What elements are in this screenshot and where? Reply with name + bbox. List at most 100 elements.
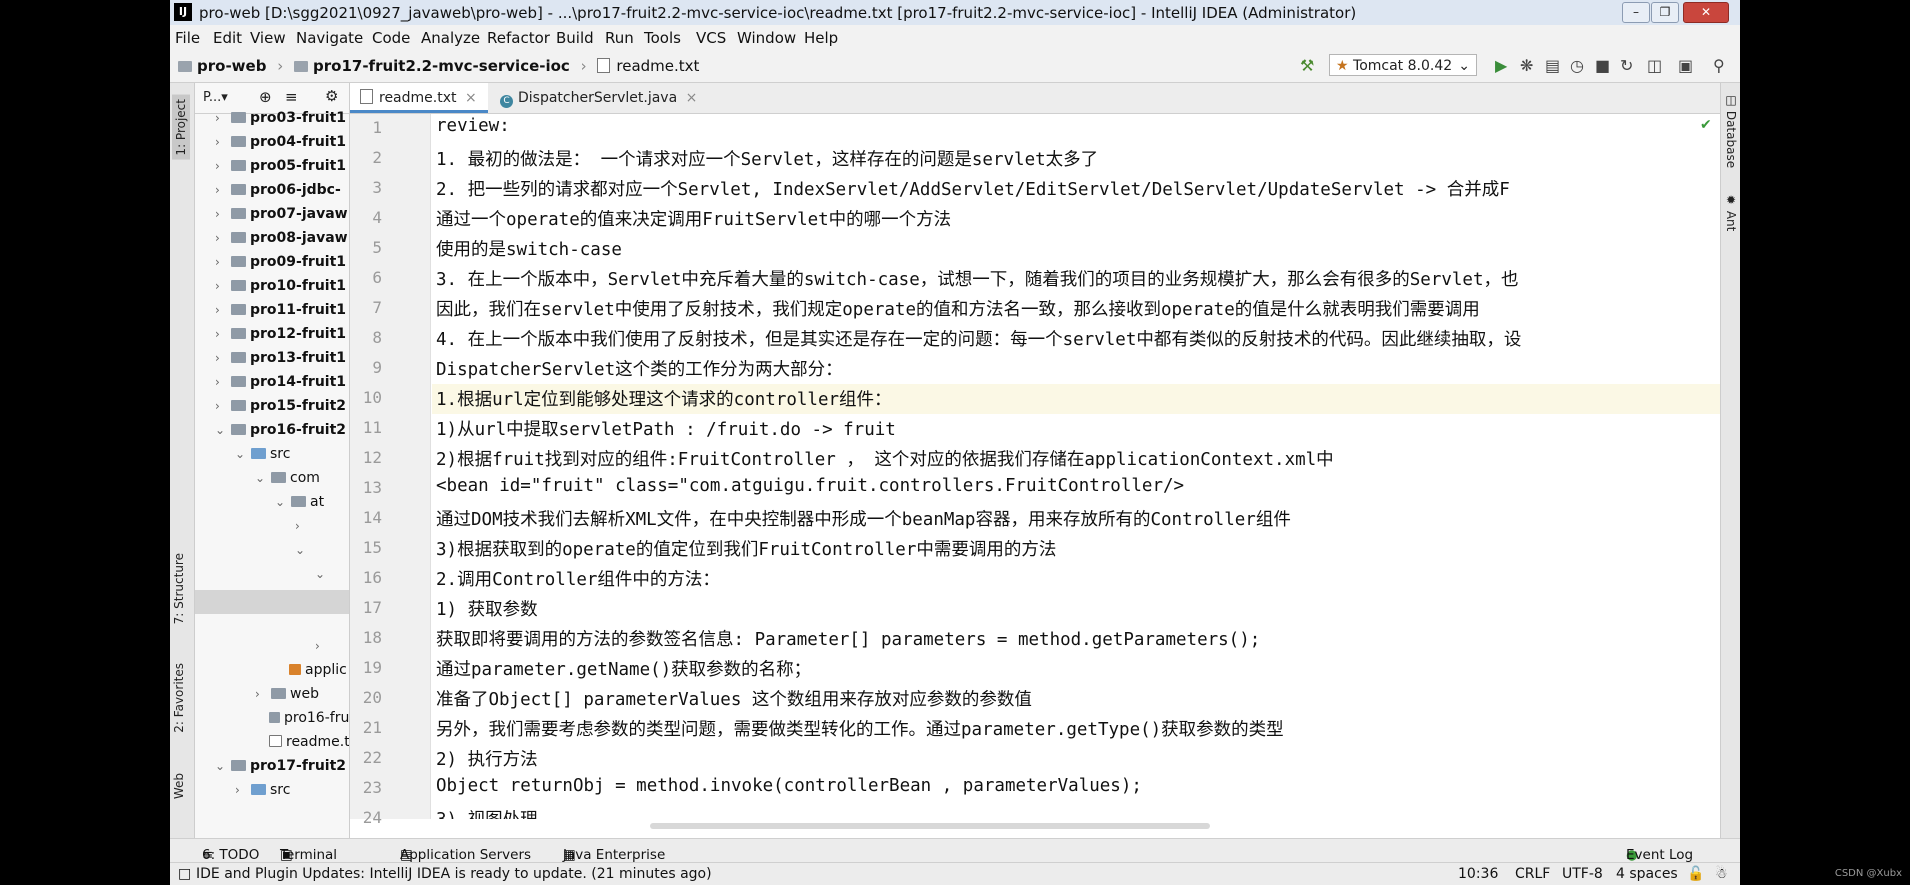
menu-refactor[interactable]: Refactor xyxy=(487,29,550,47)
tree-node[interactable]: › pro11-fruit1 xyxy=(215,302,349,326)
menu-code[interactable]: Code xyxy=(372,29,410,47)
tab-database[interactable]: ◫ Database xyxy=(1724,93,1738,168)
tab-favorites[interactable]: 2: Favorites xyxy=(172,663,186,733)
menu-window[interactable]: Window xyxy=(737,29,796,47)
breadcrumb-file[interactable]: readme.txt xyxy=(616,57,699,75)
tree-node[interactable]: › pro13-fruit1 xyxy=(215,350,349,374)
code-line: 因此，我们在servlet中使用了反射技术，我们规定operate的值和方法名一… xyxy=(436,300,1480,320)
database-tab-label: Database xyxy=(1724,110,1738,169)
menu-build[interactable]: Build xyxy=(556,29,594,47)
inspection-ok-icon[interactable]: ✔ xyxy=(1700,117,1712,133)
stop-icon[interactable]: ■ xyxy=(1595,56,1610,75)
tab-ant[interactable]: ✹ Ant xyxy=(1724,193,1738,231)
tree-node[interactable]: › pro07-javaw xyxy=(215,206,349,230)
tree-node[interactable]: › pro15-fruit2 xyxy=(215,398,349,422)
search-icon[interactable]: ⚲ xyxy=(1713,56,1725,75)
chevron-right-icon: › xyxy=(215,279,220,293)
tree-node[interactable]: › src xyxy=(235,782,349,806)
module-folder-icon xyxy=(231,232,246,243)
line-number: 19 xyxy=(362,658,382,677)
locate-icon[interactable]: ⊕ xyxy=(259,88,272,106)
gear-icon[interactable]: ⚙ xyxy=(325,87,338,105)
collapse-all-icon[interactable]: ≡ xyxy=(285,88,298,106)
tree-node[interactable]: › pro08-javaw xyxy=(215,230,349,254)
breadcrumb: pro-web › pro17-fruit2.2-mvc-service-ioc… xyxy=(178,57,699,75)
menu-edit[interactable]: Edit xyxy=(213,29,242,47)
line-number: 9 xyxy=(372,358,382,377)
chevron-right-icon: › xyxy=(215,351,220,365)
tree-node-label: com xyxy=(290,470,320,486)
indent-setting[interactable]: 4 spaces xyxy=(1616,866,1678,882)
tab-dispatcherservlet[interactable]: C DispatcherServlet.java × xyxy=(490,83,697,113)
status-toggle-icon[interactable]: □ xyxy=(178,866,191,882)
sdk-icon[interactable]: ▣ xyxy=(1678,56,1693,75)
tree-node[interactable]: ⌄ src xyxy=(235,446,349,470)
tree-node[interactable]: ⌄ com xyxy=(255,470,349,494)
tree-node-selected[interactable] xyxy=(195,590,349,614)
profile-icon[interactable]: ◷ xyxy=(1570,56,1584,75)
build-hammer-icon[interactable]: ⚒ xyxy=(1300,56,1314,75)
project-view-select[interactable]: P...▾ xyxy=(203,90,228,105)
tree-node[interactable]: › pro03-fruit1 xyxy=(215,110,349,134)
tree-node[interactable]: ⌄ pro17-fruit2 xyxy=(215,758,349,782)
menu-file[interactable]: File xyxy=(175,29,200,47)
iml-file-icon xyxy=(269,712,280,723)
caret-position[interactable]: 10:36 xyxy=(1458,866,1498,882)
menu-view[interactable]: View xyxy=(250,29,286,47)
tree-node[interactable]: ⌄ xyxy=(315,566,349,590)
code-editor[interactable]: review: 1. 最初的做法是： 一个请求对应一个Servlet，这样存在的… xyxy=(432,114,1722,819)
tree-node[interactable]: › pro12-fruit1 xyxy=(215,326,349,350)
breadcrumb-module[interactable]: pro17-fruit2.2-mvc-service-ioc xyxy=(313,57,570,75)
tree-node[interactable]: › pro06-jdbc- xyxy=(215,182,349,206)
file-encoding[interactable]: UTF-8 xyxy=(1562,866,1603,882)
tree-node[interactable]: pro16-fru xyxy=(267,710,350,734)
tree-node[interactable]: ⌄ xyxy=(295,542,349,566)
tree-node-label: pro16-fruit2 xyxy=(250,422,347,438)
menu-analyze[interactable]: Analyze xyxy=(421,29,480,47)
menu-run[interactable]: Run xyxy=(605,29,634,47)
lock-icon[interactable]: 🔓 xyxy=(1687,866,1704,882)
source-folder-icon xyxy=(251,784,266,795)
line-number: 2 xyxy=(372,148,382,167)
tree-node[interactable]: readme.t xyxy=(267,734,349,758)
close-button[interactable]: ✕ xyxy=(1683,2,1729,23)
breadcrumb-project[interactable]: pro-web xyxy=(197,57,266,75)
tree-node[interactable]: applic xyxy=(287,662,349,686)
tab-web[interactable]: Web xyxy=(172,773,186,799)
run-icon[interactable]: ▶ xyxy=(1495,56,1507,75)
tree-node[interactable]: › pro04-fruit1 xyxy=(215,134,349,158)
close-tab-icon[interactable]: × xyxy=(465,90,477,106)
horizontal-scrollbar[interactable] xyxy=(650,823,1210,829)
tree-node[interactable]: › xyxy=(315,638,349,662)
minimize-button[interactable]: – xyxy=(1622,2,1650,23)
menu-tools[interactable]: Tools xyxy=(644,29,681,47)
tree-node[interactable]: › pro10-fruit1 xyxy=(215,278,349,302)
tab-readme[interactable]: readme.txt × xyxy=(350,83,488,113)
tab-structure[interactable]: 7: Structure xyxy=(172,553,186,624)
update-icon[interactable]: ↻ xyxy=(1620,56,1633,75)
inspector-icon[interactable]: ☃ xyxy=(1715,866,1728,882)
close-tab-icon[interactable]: × xyxy=(686,90,698,106)
tree-node[interactable]: › pro14-fruit1 xyxy=(215,374,349,398)
module-folder-icon xyxy=(231,376,246,387)
status-message[interactable]: IDE and Plugin Updates: IntelliJ IDEA is… xyxy=(196,866,712,882)
menu-vcs[interactable]: VCS xyxy=(696,29,726,47)
tree-node[interactable]: › xyxy=(295,518,349,542)
project-structure-icon[interactable]: ◫ xyxy=(1647,56,1662,75)
tree-node[interactable]: › web xyxy=(255,686,349,710)
tree-node[interactable]: ⌄ at xyxy=(275,494,349,518)
line-separator[interactable]: CRLF xyxy=(1515,866,1550,882)
menu-navigate[interactable]: Navigate xyxy=(296,29,363,47)
tree-node[interactable]: ⌄ pro16-fruit2 xyxy=(215,422,349,446)
maximize-button[interactable]: ❐ xyxy=(1651,2,1679,23)
menu-help[interactable]: Help xyxy=(804,29,838,47)
coverage-icon[interactable]: ▤ xyxy=(1545,56,1560,75)
text-file-icon xyxy=(360,89,373,104)
debug-icon[interactable]: ❋ xyxy=(1520,56,1533,75)
tree-node-label: pro16-fru xyxy=(284,710,350,726)
tree-node[interactable]: › pro05-fruit1 xyxy=(215,158,349,182)
tab-project[interactable]: 1: Project xyxy=(172,95,190,160)
run-configuration-select[interactable]: ★ Tomcat 8.0.42 ⌄ xyxy=(1329,54,1477,76)
code-line: 获取即将要调用的方法的参数签名信息: Parameter[] parameter… xyxy=(436,630,1261,650)
tree-node[interactable]: › pro09-fruit1 xyxy=(215,254,349,278)
